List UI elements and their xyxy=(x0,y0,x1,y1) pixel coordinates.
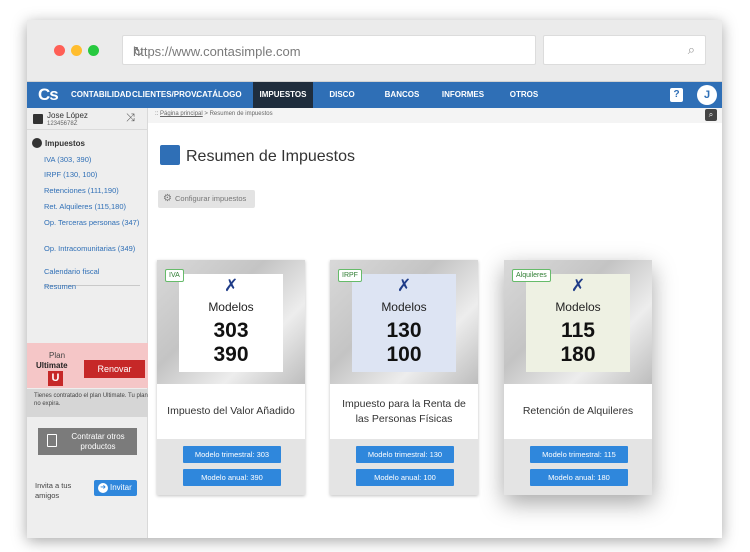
sidebar-item-resumen[interactable]: Resumen xyxy=(44,282,76,292)
card-description: Retención de Alquileres xyxy=(522,405,634,417)
model-number-1: 115 xyxy=(561,319,595,342)
card-buttons: Modelo trimestral: 303 Modelo anual: 390 xyxy=(157,439,305,495)
top-navigation: Cs CONTABILIDAD CLIENTES/PROV. CATÁLOGO … xyxy=(27,82,722,125)
nav-otros[interactable]: OTROS xyxy=(501,82,547,108)
nav-bancos[interactable]: BANCOS xyxy=(379,82,425,108)
nav-contabilidad[interactable]: CONTABILIDAD xyxy=(71,82,131,108)
card-description: Impuesto para la Renta de las Personas F… xyxy=(342,397,466,425)
sidebar-item-iva[interactable]: IVA (303, 390) xyxy=(44,155,91,165)
sidebar-item-irpf[interactable]: IRPF (130, 100) xyxy=(44,170,97,180)
breadcrumb: :: Página principal > Resumen de impuest… xyxy=(148,108,722,123)
model-number-2: 180 xyxy=(560,343,596,366)
plan-note: Tienes contratado el plan Ultimate. Tu p… xyxy=(27,389,148,417)
card-tag: IVA xyxy=(165,269,184,282)
minimize-window-dot[interactable] xyxy=(71,45,82,56)
model-number-1: 130 xyxy=(386,319,422,342)
invite-text: Invita a tus amigos xyxy=(35,481,72,500)
tax-card-alquileres[interactable]: ✗ Modelos 115 180 Alquileres Retención d… xyxy=(504,260,652,495)
reload-icon[interactable]: ↻ xyxy=(133,44,523,60)
share-icon: ➜ xyxy=(98,483,108,493)
maximize-window-dot[interactable] xyxy=(88,45,99,56)
annual-model-button[interactable]: Modelo anual: 390 xyxy=(183,469,281,486)
card-tag: Alquileres xyxy=(512,269,551,282)
sidebar-item-retenciones[interactable]: Retenciones (111,190) xyxy=(44,186,119,196)
plan-box: Plan Ultimate U Renovar xyxy=(27,343,148,388)
card-description: Impuesto del Valor Añadido xyxy=(167,405,295,417)
nav-disco-virtual[interactable]: DISCO VIRTUAL xyxy=(314,82,370,125)
buy-products-button[interactable]: Contratar otros productos xyxy=(38,428,137,455)
close-window-dot[interactable] xyxy=(54,45,65,56)
sidebar-item-calendario[interactable]: Calendario fiscal xyxy=(44,267,99,277)
shopping-bag-icon xyxy=(47,434,57,447)
gear-icon: ⚙ xyxy=(163,193,172,204)
invite-button[interactable]: ➜ Invitar xyxy=(94,480,137,496)
user-box: Jose López 12345678Z ⤨ xyxy=(27,108,148,130)
quarterly-model-button[interactable]: Modelo trimestral: 303 xyxy=(183,446,281,463)
models-label: Modelos xyxy=(555,300,601,314)
model-number-1: 303 xyxy=(213,319,249,342)
buy-products-label: Contratar otros productos xyxy=(71,432,125,451)
aeat-logo-icon: ✗ xyxy=(224,276,239,295)
nav-catalogo[interactable]: CATÁLOGO xyxy=(195,82,243,108)
address-bar[interactable]: https://www.contasimple.com ↻ xyxy=(122,35,536,65)
nav-clientes[interactable]: CLIENTES/PROV. xyxy=(132,82,198,108)
breadcrumb-text: :: Página principal > Resumen de impuest… xyxy=(155,111,273,117)
sidebar: Jose López 12345678Z ⤨ Impuestos IVA (30… xyxy=(27,108,148,538)
sidebar-section-title: Impuestos xyxy=(45,139,86,148)
tax-summary-icon xyxy=(160,145,180,165)
card-panel: ✗ Modelos 130 100 xyxy=(352,274,456,372)
annual-model-button[interactable]: Modelo anual: 180 xyxy=(530,469,628,486)
search-icon[interactable]: ⌕ xyxy=(705,109,717,121)
card-tag: IRPF xyxy=(338,269,362,282)
annual-model-button[interactable]: Modelo anual: 100 xyxy=(356,469,454,486)
aeat-logo-icon: ✗ xyxy=(397,276,412,295)
main-content: :: Página principal > Resumen de impuest… xyxy=(148,108,722,538)
configure-taxes-label: Configurar impuestos xyxy=(175,194,247,203)
nav-impuestos[interactable]: IMPUESTOS xyxy=(253,82,313,108)
configure-taxes-button[interactable]: ⚙ Configurar impuestos xyxy=(158,190,255,208)
renew-button[interactable]: Renovar xyxy=(84,360,145,378)
card-buttons: Modelo trimestral: 115 Modelo anual: 180 xyxy=(504,439,652,495)
page-title: Resumen de Impuestos xyxy=(186,148,355,165)
contasimple-logo[interactable]: Cs xyxy=(38,85,59,105)
breadcrumb-current: Resumen de impuestos xyxy=(209,111,273,117)
tax-card-iva[interactable]: ✗ Modelos 303 390 IVA Impuesto del Valor… xyxy=(157,260,305,495)
plan-badge-icon: U xyxy=(48,371,63,386)
sidebar-item-terceras[interactable]: Op. Terceras personas (347) xyxy=(44,218,144,228)
card-panel: ✗ Modelos 303 390 xyxy=(179,274,283,372)
card-panel: ✗ Modelos 115 180 xyxy=(526,274,630,372)
card-buttons: Modelo trimestral: 130 Modelo anual: 100 xyxy=(330,439,478,495)
switch-user-icon[interactable]: ⤨ xyxy=(126,112,135,125)
help-icon[interactable]: ? xyxy=(670,88,683,102)
sidebar-item-ret-alquileres[interactable]: Ret. Alquileres (115,180) xyxy=(44,202,126,212)
plan-label: Plan xyxy=(49,351,66,360)
nav-informes[interactable]: INFORMES xyxy=(440,82,486,108)
models-label: Modelos xyxy=(208,300,254,314)
plan-name: Ultimate xyxy=(36,361,68,370)
quarterly-model-button[interactable]: Modelo trimestral: 130 xyxy=(356,446,454,463)
browser-search-box[interactable]: ⌕ xyxy=(543,35,706,65)
model-number-2: 390 xyxy=(213,343,249,366)
model-number-2: 100 xyxy=(386,343,422,366)
aeat-logo-icon: ✗ xyxy=(571,276,586,295)
quarterly-model-button[interactable]: Modelo trimestral: 115 xyxy=(530,446,628,463)
user-card-icon xyxy=(33,114,43,124)
breadcrumb-home-link[interactable]: Página principal xyxy=(160,111,203,117)
pie-chart-icon xyxy=(32,138,42,148)
browser-toolbar: https://www.contasimple.com ↻ ⌕ xyxy=(27,20,722,82)
invite-button-label: Invitar xyxy=(110,483,132,492)
models-label: Modelos xyxy=(381,300,427,314)
search-icon: ⌕ xyxy=(687,42,695,57)
browser-window: https://www.contasimple.com ↻ ⌕ Cs CONTA… xyxy=(27,20,722,538)
user-name: Jose López xyxy=(47,111,88,120)
user-id: 12345678Z xyxy=(47,121,78,127)
sidebar-item-intracomunitarias[interactable]: Op. Intracomunitarias (349) xyxy=(44,244,148,254)
tax-card-irpf[interactable]: ✗ Modelos 130 100 IRPF Impuesto para la … xyxy=(330,260,478,495)
user-avatar[interactable]: J xyxy=(697,85,717,105)
